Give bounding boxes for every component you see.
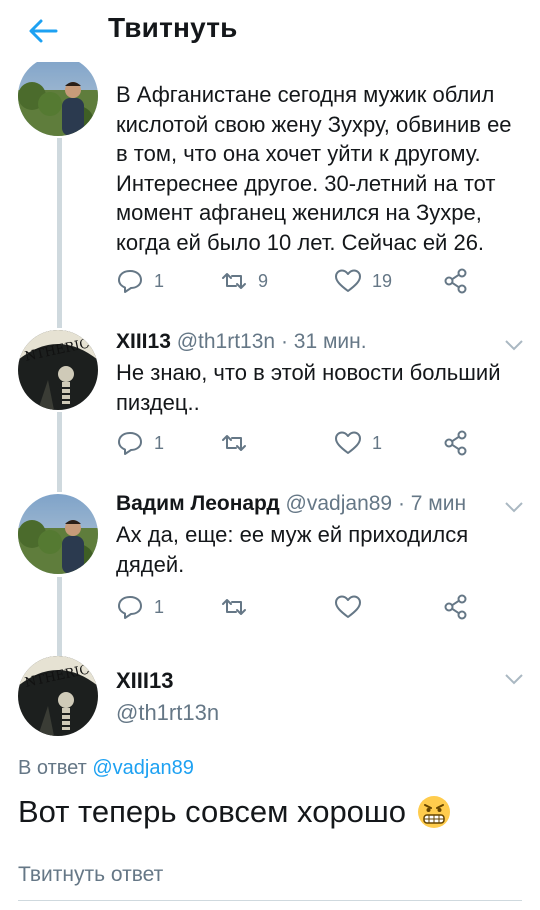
- tweet-actions: 1: [116, 592, 476, 622]
- like-count: 19: [372, 270, 393, 291]
- avatar[interactable]: [18, 56, 98, 136]
- tweet-header: XIII13 @th1rt13n · 31 мин.: [116, 330, 367, 354]
- share-button[interactable]: [442, 428, 470, 458]
- reply-icon: [118, 432, 142, 455]
- reply-context: В ответ @vadjan89: [18, 757, 194, 780]
- reply-button[interactable]: 1: [116, 428, 164, 458]
- thread-line: [57, 412, 62, 492]
- tweet-text: Ах да, еще: ее муж ей приходился дядей.: [116, 522, 469, 577]
- reply-button[interactable]: 1: [116, 266, 164, 296]
- reply-compose-input[interactable]: Твитнуть ответ: [18, 863, 163, 887]
- retweet-icon: [222, 273, 246, 289]
- retweet-icon: [222, 599, 246, 615]
- avatar[interactable]: [18, 494, 98, 574]
- like-button[interactable]: 19: [334, 266, 392, 296]
- reply-count: 1: [154, 270, 165, 291]
- tweet-actions: 1 1: [116, 428, 476, 458]
- retweet-button[interactable]: [220, 428, 248, 458]
- share-icon: [444, 268, 467, 294]
- like-button[interactable]: [334, 592, 362, 622]
- retweet-button[interactable]: 9: [220, 266, 268, 296]
- like-button[interactable]: 1: [334, 428, 382, 458]
- avatar[interactable]: NTHERIC: [18, 330, 98, 410]
- reply-prefix: В ответ: [18, 757, 87, 779]
- tweet-time: · 7 мин: [397, 492, 467, 515]
- reply-count: 1: [154, 432, 165, 453]
- tweet-header: Вадим Леонард @vadjan89 · 7 мин: [116, 492, 466, 516]
- chevron-down-icon[interactable]: [503, 500, 525, 514]
- divider: [18, 900, 522, 901]
- reply-icon: [118, 596, 142, 619]
- reply-handle-link[interactable]: @vadjan89: [92, 757, 193, 779]
- top-bar: Твитнуть: [0, 0, 540, 62]
- retweet-icon: [222, 435, 246, 451]
- retweet-button[interactable]: [220, 592, 248, 622]
- like-count: 1: [372, 432, 383, 453]
- reply-icon: [118, 270, 142, 293]
- user-handle[interactable]: @vadjan89: [286, 492, 393, 515]
- share-button[interactable]: [442, 592, 470, 622]
- reply-button[interactable]: 1: [116, 592, 164, 622]
- display-name[interactable]: XIII13: [116, 668, 173, 694]
- tweet-text: Не знаю, что в этой новости больший пизд…: [116, 360, 501, 415]
- share-icon: [444, 594, 467, 620]
- thread-line: [57, 138, 62, 328]
- share-icon: [444, 430, 467, 456]
- retweet-count: 9: [258, 270, 269, 291]
- chevron-down-icon[interactable]: [503, 672, 525, 686]
- avatar[interactable]: NTHERIC: [18, 656, 98, 736]
- heart-icon: [335, 269, 361, 292]
- heart-icon: [335, 595, 361, 618]
- user-handle[interactable]: @th1rt13n: [116, 700, 219, 726]
- page-title: Твитнуть: [108, 12, 238, 43]
- display-name[interactable]: XIII13: [116, 330, 171, 353]
- thread-line: [57, 577, 62, 657]
- tweet-time: · 31 мин.: [280, 330, 367, 353]
- tweet-body: Вот теперь совсем хорошо: [18, 794, 407, 829]
- grimacing-face-emoji: [418, 796, 451, 828]
- chevron-down-icon[interactable]: [503, 338, 525, 352]
- heart-icon: [335, 431, 361, 454]
- main-tweet-text: Вот теперь совсем хорошо: [18, 794, 452, 830]
- share-button[interactable]: [442, 266, 470, 296]
- tweet-text: В Афганистане сегодня мужик облил кислот…: [116, 82, 512, 255]
- tweet-actions: 1 9 19: [116, 266, 476, 296]
- back-arrow-icon[interactable]: [26, 14, 60, 48]
- user-handle[interactable]: @th1rt13n: [177, 330, 275, 353]
- reply-count: 1: [154, 596, 165, 617]
- display-name[interactable]: Вадим Леонард: [116, 492, 280, 515]
